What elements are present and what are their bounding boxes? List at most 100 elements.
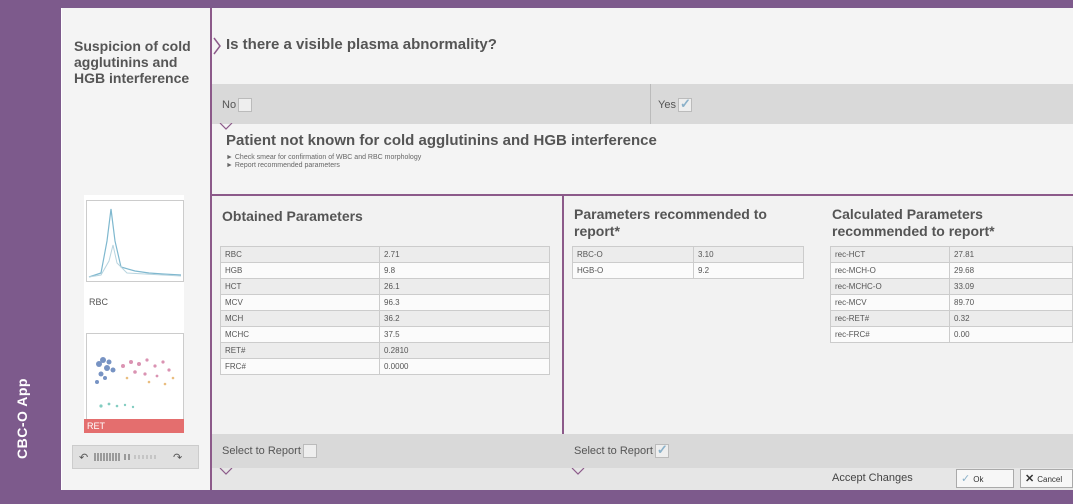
table-row: rec-HCT 27.81 <box>830 246 1073 263</box>
ok-label: Ok <box>973 475 984 484</box>
param-value: 29.68 <box>949 262 1073 279</box>
sidebar: Suspicion of cold agglutinins and HGB in… <box>62 8 212 490</box>
param-value: 9.8 <box>379 262 550 279</box>
calculated-title: Calculated Parameters recommended to rep… <box>832 206 995 239</box>
sidebar-title: Suspicion of cold agglutinins and HGB in… <box>74 38 191 86</box>
select-recommended-label: Select to Report <box>574 444 653 457</box>
param-name: MCHC <box>220 326 380 343</box>
answer-row: No Yes <box>212 84 1073 124</box>
param-name: rec-MCH-O <box>830 262 950 279</box>
top-frame <box>0 0 1073 8</box>
param-name: rec-MCHC-O <box>830 278 950 295</box>
app-label: CBC-O App <box>14 378 30 459</box>
param-value: 0.32 <box>949 310 1073 327</box>
param-value: 37.5 <box>379 326 550 343</box>
patient-bullet: ► Report recommended parameters <box>226 162 340 169</box>
accept-changes-label: Accept Changes <box>832 472 913 484</box>
bottom-frame <box>0 490 1073 504</box>
check-icon: ✓ <box>961 473 971 485</box>
section-notch <box>219 123 233 130</box>
cancel-label: Cancel <box>1037 475 1063 484</box>
table-row: RET# 0.2810 <box>220 342 550 359</box>
param-name: RBC <box>220 246 380 263</box>
recommended-title: Parameters recommended to report* <box>574 206 767 239</box>
table-row: rec-MCV 89.70 <box>830 294 1073 311</box>
select-obtained-checkbox[interactable] <box>302 444 317 458</box>
patient-section: Patient not known for cold agglutinins a… <box>212 123 1073 194</box>
table-row: HGB-O 9.2 <box>572 262 804 279</box>
table-row: rec-MCH-O 29.68 <box>830 262 1073 279</box>
table-row: RBC-O 3.10 <box>572 246 804 263</box>
table-row: HGB 9.8 <box>220 262 550 279</box>
section-divider <box>212 194 1073 196</box>
table-row: RBC 2.71 <box>220 246 550 263</box>
table-row: FRC# 0.0000 <box>220 358 550 375</box>
param-name: rec-RET# <box>830 310 950 327</box>
question-text: Is there a visible plasma abnormality? <box>226 36 497 53</box>
svg-text:↶: ↶ <box>79 452 88 464</box>
rbc-histogram[interactable] <box>86 200 184 282</box>
patient-bullet: ► Check smear for confirmation of WBC an… <box>226 154 422 161</box>
param-value: 26.1 <box>379 278 550 295</box>
param-value: 2.71 <box>379 246 550 263</box>
histogram-thumbnails: RBC RET <box>84 195 184 433</box>
answer-divider <box>650 84 651 124</box>
main-content: Is there a visible plasma abnormality? N… <box>212 8 1073 490</box>
answer-yes-checkbox[interactable] <box>677 96 692 112</box>
param-name: RET# <box>220 342 380 359</box>
ret-scattergram[interactable] <box>86 333 184 421</box>
ret-scatter-chart <box>95 357 175 409</box>
thumbnail-scroller[interactable]: ↶ ↷ <box>72 445 199 469</box>
ok-button[interactable]: ✓ Ok <box>956 469 1014 488</box>
question-row: Is there a visible plasma abnormality? <box>212 8 1073 84</box>
rbc-thumb-label: RBC <box>89 297 109 307</box>
table-row: MCHC 37.5 <box>220 326 550 343</box>
param-value: 9.2 <box>693 262 804 279</box>
param-value: 36.2 <box>379 310 550 327</box>
answer-no[interactable]: No <box>222 98 253 112</box>
svg-text:↷: ↷ <box>173 452 182 464</box>
answer-yes-label: Yes <box>658 98 676 111</box>
obtained-title: Obtained Parameters <box>222 208 363 224</box>
param-name: rec-MCV <box>830 294 950 311</box>
param-name: rec-FRC# <box>830 326 950 343</box>
rbc-histogram-chart <box>88 208 182 278</box>
param-value: 0.00 <box>949 326 1073 343</box>
param-name: MCH <box>220 310 380 327</box>
param-name: HGB-O <box>572 262 694 279</box>
table-row: rec-RET# 0.32 <box>830 310 1073 327</box>
ret-thumb-label: RET <box>84 419 184 433</box>
param-value: 3.10 <box>693 246 804 263</box>
obtained-table: RBC 2.71 HGB 9.8 HCT 26.1 MCV 96.3 MCH 36.2 M… <box>220 246 550 375</box>
recommended-table: RBC-O 3.10 HGB-O 9.2 <box>572 246 804 279</box>
param-name: HGB <box>220 262 380 279</box>
chevron-right-icon <box>213 37 221 55</box>
param-value: 0.0000 <box>379 358 550 375</box>
answer-no-checkbox[interactable] <box>238 98 253 112</box>
answer-yes[interactable]: Yes <box>658 96 692 112</box>
table-row: MCV 96.3 <box>220 294 550 311</box>
app-side-band <box>0 0 62 504</box>
table-row: MCH 36.2 <box>220 310 550 327</box>
scroller-graphic: ↶ ↷ <box>79 452 182 464</box>
select-obtained[interactable]: Select to Report <box>222 444 317 458</box>
select-row: Select to Report Select to Report <box>212 434 1073 468</box>
param-value: 89.70 <box>949 294 1073 311</box>
param-value: 0.2810 <box>379 342 550 359</box>
table-row: rec-MCHC-O 33.09 <box>830 278 1073 295</box>
param-value: 33.09 <box>949 278 1073 295</box>
param-name: HCT <box>220 278 380 295</box>
table-row: rec-FRC# 0.00 <box>830 326 1073 343</box>
param-name: MCV <box>220 294 380 311</box>
select-recommended-checkbox[interactable] <box>654 442 669 458</box>
footer-notches <box>219 468 585 475</box>
param-value: 27.81 <box>949 246 1073 263</box>
close-icon: ✕ <box>1025 473 1035 485</box>
select-recommended[interactable]: Select to Report <box>574 442 669 458</box>
cancel-button[interactable]: ✕ Cancel <box>1020 469 1073 488</box>
footer-bar: Accept Changes ✓ Ok ✕ Cancel <box>212 468 1073 490</box>
param-name: RBC-O <box>572 246 694 263</box>
patient-title: Patient not known for cold agglutinins a… <box>226 132 657 149</box>
param-name: FRC# <box>220 358 380 375</box>
app-panel: Suspicion of cold agglutinins and HGB in… <box>62 8 1073 490</box>
